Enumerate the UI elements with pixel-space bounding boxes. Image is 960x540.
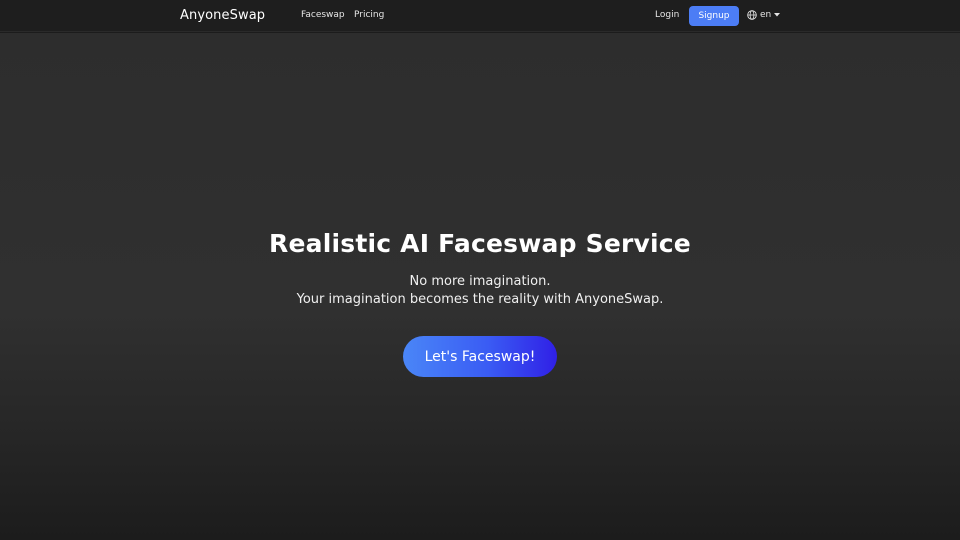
- signup-button[interactable]: Signup: [689, 6, 739, 26]
- nav-link-faceswap[interactable]: Faceswap: [301, 10, 345, 20]
- caret-down-icon: [774, 13, 781, 17]
- lets-faceswap-button[interactable]: Let's Faceswap!: [403, 336, 557, 377]
- language-selected-label: en: [760, 10, 772, 20]
- nav-link-pricing[interactable]: Pricing: [354, 10, 384, 20]
- login-link[interactable]: Login: [655, 10, 679, 20]
- top-navbar: AnyoneSwap Faceswap Pricing Login Signup…: [0, 0, 960, 32]
- hero-subtitle-line2: Your imagination becomes the reality wit…: [296, 292, 664, 307]
- language-selector[interactable]: en: [747, 10, 781, 20]
- globe-icon: [747, 10, 757, 20]
- hero-section: Realistic AI Faceswap Service No more im…: [0, 33, 960, 540]
- hero-title: Realistic AI Faceswap Service: [269, 229, 691, 258]
- brand-logo-link[interactable]: AnyoneSwap: [180, 8, 265, 23]
- hero-subtitle-line1: No more imagination.: [409, 274, 551, 289]
